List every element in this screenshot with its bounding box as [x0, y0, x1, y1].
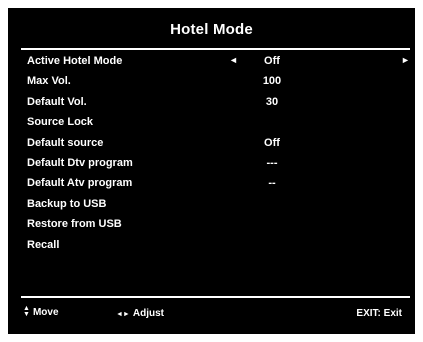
hotel-mode-menu: Active Hotel Mode ◄ Off ► Max Vol. 100 D… [21, 51, 410, 255]
menu-item-label: Recall [27, 238, 60, 251]
menu-item-default-vol[interactable]: Default Vol. 30 [21, 92, 410, 112]
hotel-mode-panel: Hotel Mode Active Hotel Mode ◄ Off ► Max… [8, 8, 415, 334]
menu-item-value: --- [266, 156, 278, 169]
up-down-arrow-icon: ▲ ▼ [23, 305, 30, 318]
footer-divider [21, 296, 410, 298]
menu-item-default-dtv-program[interactable]: Default Dtv program --- [21, 153, 410, 173]
menu-item-label: Backup to USB [27, 197, 107, 210]
menu-item-restore-from-usb[interactable]: Restore from USB [21, 214, 410, 234]
menu-item-source-lock[interactable]: Source Lock [21, 112, 410, 132]
menu-item-default-source[interactable]: Default source Off [21, 133, 410, 153]
menu-item-label: Source Lock [27, 116, 94, 129]
menu-item-label: Default source [27, 136, 104, 149]
footer-hints: ▲ ▼ Move ◄► Adjust EXIT: Exit [21, 305, 410, 322]
menu-item-label: Default Dtv program [27, 156, 133, 169]
menu-item-value: -- [268, 177, 276, 190]
arrow-right-icon[interactable]: ► [401, 55, 410, 65]
menu-item-value: 100 [262, 75, 282, 88]
menu-item-label: Restore from USB [27, 218, 122, 231]
menu-item-label: Max Vol. [27, 75, 71, 88]
menu-item-value: Off [264, 136, 280, 149]
menu-title: Hotel Mode [170, 21, 253, 38]
menu-item-label: Default Atv program [27, 177, 133, 190]
title-divider [21, 48, 410, 50]
move-hint: ▲ ▼ Move [23, 305, 59, 318]
left-right-arrow-icon: ◄► [116, 311, 130, 318]
menu-item-backup-to-usb[interactable]: Backup to USB [21, 194, 410, 214]
down-arrow-icon: ▼ [23, 311, 30, 318]
menu-item-value: Off [264, 55, 280, 67]
menu-item-max-vol[interactable]: Max Vol. 100 [21, 71, 410, 91]
menu-item-default-atv-program[interactable]: Default Atv program -- [21, 173, 410, 193]
adjust-label: Adjust [132, 308, 164, 319]
adjust-hint: ◄► Adjust [116, 308, 164, 319]
exit-hint: EXIT: Exit [356, 308, 402, 319]
menu-item-label: Default Vol. [27, 95, 87, 108]
menu-item-active-hotel-mode[interactable]: Active Hotel Mode ◄ Off ► [21, 51, 410, 71]
menu-item-label: Active Hotel Mode [27, 55, 123, 67]
move-label: Move [32, 306, 59, 318]
menu-item-value: 30 [265, 95, 279, 108]
menu-item-recall[interactable]: Recall [21, 235, 410, 255]
